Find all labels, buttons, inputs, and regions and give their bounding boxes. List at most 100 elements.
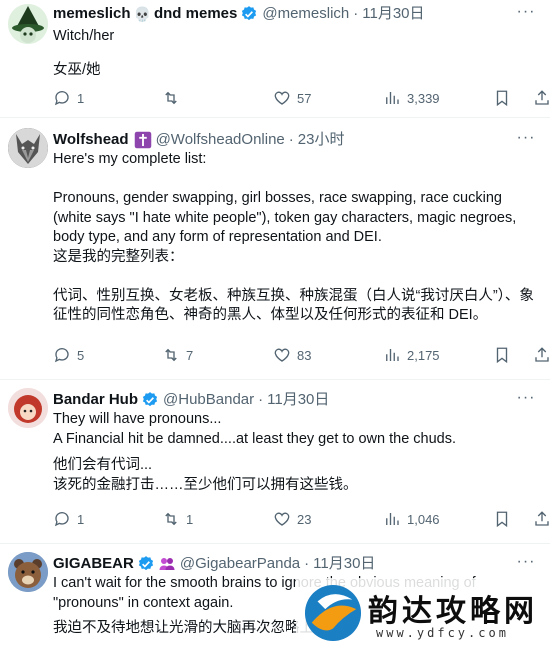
display-name[interactable]: memeslich [53,4,131,24]
views-chart-icon [386,92,399,104]
tweet-text-line: 这是我的完整列表： [53,248,184,265]
more-options-icon[interactable]: ··· [516,554,536,572]
bear-avatar-icon [8,552,48,592]
more-options-icon[interactable]: ··· [516,130,536,148]
view-count: 1,046 [407,511,440,527]
like-button[interactable]: 83 [273,346,311,364]
display-name-suffix[interactable]: dnd memes [154,4,237,24]
tweet-text-line: body type, and any form of representatio… [53,229,382,245]
timestamp[interactable]: 23小时 [298,130,345,150]
tweet-text-line: 女巫/她 [53,61,101,78]
like-count: 23 [297,511,312,527]
reply-button[interactable]: 1 [53,89,84,107]
retweet-count: 7 [186,347,194,363]
wolf-avatar-icon [8,128,48,168]
display-name[interactable]: Bandar Hub [53,390,138,410]
handle[interactable]: @HubBandar [163,390,254,410]
view-count: 2,175 [407,347,440,363]
tweet-text: They will have pronouns... A Financial h… [53,410,540,495]
like-count: 57 [297,90,312,106]
display-name[interactable]: Wolfshead [53,130,129,150]
tweet-text-line: (white says "I hate white people"), toke… [53,209,517,226]
timestamp[interactable]: 11月30日 [267,390,329,410]
reply-icon [54,348,69,363]
watermark-title: 韵达攻略网 [368,594,538,629]
verified-badge-icon [142,392,158,407]
handle[interactable]: @WolfsheadOnline [156,130,285,150]
reply-count: 1 [77,90,85,106]
retweet-icon [165,512,177,526]
avatar[interactable] [8,4,48,44]
avatar[interactable] [8,552,48,592]
reply-button[interactable]: 5 [53,346,84,364]
avatar[interactable] [8,128,48,168]
retweet-icon [165,348,177,362]
verified-badge-icon [242,6,257,21]
tweet-text-line: 该死的金融打击……至少他们可以拥有这些钱。 [53,476,358,493]
tweet-text-line: Witch/her [53,28,115,44]
retweet-button[interactable] [162,89,186,107]
bookmark-button[interactable] [493,89,511,107]
tweet-text-line: 征性的同性恋角色、神奇的黑人、体型以及任何形式的表征和 DEI。 [53,307,488,323]
bookmark-icon [496,347,508,364]
character-avatar-icon [8,388,48,428]
more-options-icon[interactable]: ··· [516,4,536,22]
verified-badge-icon [138,556,153,571]
reply-button[interactable]: 1 [53,510,84,528]
view-count: 3,339 [407,90,440,106]
tweet-text-line: A Financial hit be damned....at least th… [53,430,457,447]
timestamp[interactable]: 11月30日 [362,4,424,24]
bookmark-icon [496,511,508,528]
retweet-button[interactable]: 1 [162,510,193,528]
share-icon [535,347,549,362]
share-button[interactable] [533,346,550,364]
more-options-icon[interactable]: ··· [516,390,536,408]
separator-dot: · [258,391,264,408]
views-button[interactable]: 2,175 [383,346,440,364]
watermark-url: www.ydfcy.com [376,626,509,640]
timestamp[interactable]: 11月30日 [313,554,375,574]
bookmark-button[interactable] [493,346,511,364]
community-badge-icon [159,558,175,570]
tweet[interactable]: Bandar Hub @HubBandar · 11月30日 They will… [0,380,550,544]
tweet[interactable]: Wolfshead @WolfsheadOnline · 23小时 Here's… [0,118,550,380]
views-button[interactable]: 1,046 [383,510,440,528]
tweet-text-line: 他们会有代词... [53,457,153,473]
like-button[interactable]: 23 [273,510,311,528]
share-icon [535,511,549,526]
share-icon [535,90,549,105]
separator-dot: · [353,5,359,22]
retweet-count: 1 [186,511,194,527]
tweet-text: Here's my complete list: Pronouns, gende… [53,150,540,326]
handle[interactable]: @GigabearPanda [180,554,300,574]
views-chart-icon [386,349,399,361]
heart-icon [274,91,290,105]
reply-count: 5 [77,347,85,363]
like-button[interactable]: 57 [273,89,311,107]
tweet-text: Witch/her 女巫/她 [53,27,540,80]
reply-icon [54,91,69,106]
tweet-text-line: Pronouns, gender swapping, girl bosses, … [53,190,502,206]
separator-dot: · [304,555,310,572]
share-button[interactable] [533,89,550,107]
avatar[interactable] [8,388,48,428]
bookmark-button[interactable] [493,510,511,528]
skull-emoji-icon: 💀 [133,6,151,22]
like-count: 83 [297,347,312,363]
site-watermark: 韵达攻略网 www.ydfcy.com [296,578,550,647]
lich-avatar-icon [8,4,48,44]
views-chart-icon [386,513,399,525]
heart-icon [274,512,290,526]
handle[interactable]: @memeslich [262,4,349,24]
cross-badge-icon [134,131,151,149]
share-button[interactable] [533,510,550,528]
retweet-icon [165,91,177,105]
retweet-button[interactable]: 7 [162,346,193,364]
reply-icon [54,512,69,527]
watermark-logo-icon [304,584,362,642]
tweet[interactable]: memeslich 💀 dnd memes @memeslich · 11月30… [0,0,550,118]
views-button[interactable]: 3,339 [383,89,440,107]
display-name[interactable]: GIGABEAR [53,554,134,574]
heart-icon [274,348,290,362]
tweet-text-line: Here's my complete list: [53,151,207,167]
